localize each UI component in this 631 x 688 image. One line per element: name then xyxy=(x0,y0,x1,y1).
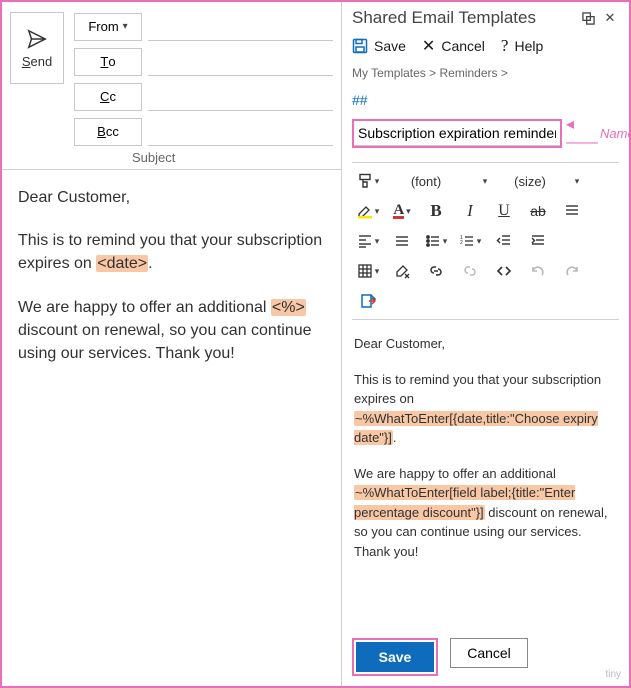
compose-body[interactable]: Dear Customer, This is to remind you tha… xyxy=(2,170,341,686)
help-icon: ? xyxy=(501,36,509,56)
line-spacing-button[interactable] xyxy=(386,227,418,255)
save-highlight: Save xyxy=(352,638,438,676)
from-button[interactable]: From▾ xyxy=(74,13,142,41)
body-greeting: Dear Customer, xyxy=(18,186,325,209)
align-justify-button[interactable] xyxy=(556,197,588,225)
action-cancel[interactable]: ✕ Cancel xyxy=(422,36,485,56)
unlink-button[interactable] xyxy=(454,257,486,285)
template-editor[interactable]: Dear Customer, This is to remind you tha… xyxy=(352,330,619,634)
cancel-button[interactable]: Cancel xyxy=(450,638,528,668)
send-label: Send xyxy=(22,54,52,69)
to-input[interactable] xyxy=(148,47,333,76)
font-family-caret[interactable]: ▾ xyxy=(468,167,500,195)
to-button[interactable]: To xyxy=(74,48,142,76)
subject-label: Subject xyxy=(2,146,341,170)
insert-macro-button[interactable] xyxy=(352,287,384,315)
undo-button[interactable] xyxy=(522,257,554,285)
font-size-select[interactable]: (size) xyxy=(502,167,558,195)
template-name-input[interactable] xyxy=(354,121,560,146)
svg-text:2: 2 xyxy=(460,240,463,246)
callout-arrow-icon: ◂—— xyxy=(566,114,598,152)
font-color-button[interactable]: A ▾ xyxy=(386,197,418,225)
table-button[interactable]: ▾ xyxy=(352,257,384,285)
format-painter-button[interactable]: ▾ xyxy=(352,167,384,195)
underline-button[interactable]: U xyxy=(488,197,520,225)
align-left-button[interactable]: ▾ xyxy=(352,227,384,255)
save-button[interactable]: Save xyxy=(356,642,434,672)
callout-label: Name xyxy=(600,126,631,141)
outdent-button[interactable] xyxy=(488,227,520,255)
ed-p2: We are happy to offer an additional ~%Wh… xyxy=(354,464,617,562)
compose-header: Send From▾ To Cc xyxy=(2,2,341,146)
name-row: ◂—— Name xyxy=(352,114,619,152)
number-list-button[interactable]: 12 ▾ xyxy=(454,227,486,255)
clear-format-button[interactable] xyxy=(386,257,418,285)
indent-button[interactable] xyxy=(522,227,554,255)
highlight-color-button[interactable]: ▾ xyxy=(352,197,384,225)
link-button[interactable] xyxy=(420,257,452,285)
bcc-button[interactable]: Bcc xyxy=(74,118,142,146)
compose-pane: Send From▾ To Cc xyxy=(2,2,342,686)
cc-button[interactable]: Cc xyxy=(74,83,142,111)
font-family-select[interactable]: (font) xyxy=(386,167,466,195)
redo-button[interactable] xyxy=(556,257,588,285)
cancel-icon: ✕ xyxy=(422,36,435,56)
cc-input[interactable] xyxy=(148,82,333,111)
code-button[interactable] xyxy=(488,257,520,285)
pane-title: Shared Email Templates xyxy=(352,8,536,28)
percent-placeholder: <%> xyxy=(271,299,306,316)
pane-titlebar: Shared Email Templates ✕ xyxy=(352,8,619,28)
bullet-list-button[interactable]: ▾ xyxy=(420,227,452,255)
date-placeholder: <date> xyxy=(96,255,148,272)
editor-toolbar: ▾ (font) ▾ (size) ▾ ▾ A ▾ xyxy=(352,162,619,320)
bold-button[interactable]: B xyxy=(420,197,452,225)
breadcrumb[interactable]: My Templates > Reminders > xyxy=(352,66,619,80)
app-window: Send From▾ To Cc xyxy=(0,0,631,688)
italic-button[interactable]: I xyxy=(454,197,486,225)
popout-icon[interactable] xyxy=(579,9,597,27)
save-icon xyxy=(352,38,368,54)
action-save[interactable]: Save xyxy=(352,38,406,54)
font-size-caret[interactable]: ▾ xyxy=(560,167,592,195)
dialog-buttons: Save Cancel xyxy=(352,634,619,676)
close-icon[interactable]: ✕ xyxy=(601,9,619,27)
send-icon xyxy=(26,28,48,50)
templates-pane: Shared Email Templates ✕ Save ✕ Cancel ?… xyxy=(342,2,629,686)
body-p2: We are happy to offer an additional <%> … xyxy=(18,296,325,366)
macro-date: ~%WhatToEnter[{date,title:"Choose expiry… xyxy=(354,411,598,446)
body-p1: This is to remind you that your subscrip… xyxy=(18,229,325,275)
ed-greeting: Dear Customer, xyxy=(354,334,617,354)
action-help[interactable]: ? Help xyxy=(501,36,543,56)
send-button[interactable]: Send xyxy=(10,12,64,84)
strikethrough-button[interactable]: ab xyxy=(522,197,554,225)
from-input[interactable] xyxy=(148,12,333,41)
ed-p1: This is to remind you that your subscrip… xyxy=(354,370,617,448)
tiny-watermark: tiny xyxy=(605,669,621,680)
name-highlight xyxy=(352,119,562,148)
bcc-input[interactable] xyxy=(148,117,333,146)
pane-actions: Save ✕ Cancel ? Help xyxy=(352,36,619,56)
tags-field[interactable]: ## xyxy=(352,92,619,108)
